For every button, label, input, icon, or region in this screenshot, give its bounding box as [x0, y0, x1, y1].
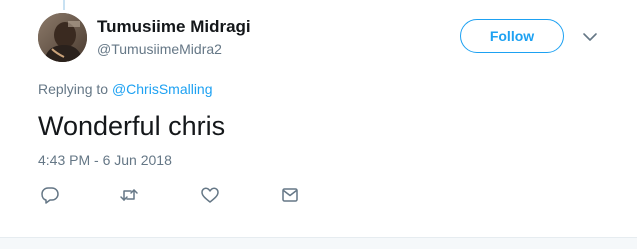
avatar[interactable]: [38, 13, 87, 62]
tweet-timestamp[interactable]: 4:43 PM - 6 Jun 2018: [38, 152, 172, 168]
user-handle[interactable]: @TumusiimeMidra2: [97, 41, 222, 57]
replying-to-line: Replying to @ChrisSmalling: [38, 81, 213, 97]
like-icon[interactable]: [199, 185, 221, 205]
tweet-text: Wonderful chris: [38, 111, 226, 141]
reply-icon[interactable]: [39, 185, 61, 205]
direct-message-icon[interactable]: [279, 185, 301, 205]
replying-to-link[interactable]: @ChrisSmalling: [112, 81, 213, 97]
user-display-name[interactable]: Tumusiime Midragi: [97, 17, 251, 37]
chevron-down-icon[interactable]: [580, 28, 600, 46]
follow-button[interactable]: Follow: [460, 19, 564, 53]
tweet-footer-divider: [0, 237, 637, 249]
replying-to-prefix: Replying to: [38, 81, 109, 97]
tweet-card: Tumusiime Midragi @TumusiimeMidra2 Follo…: [0, 0, 637, 237]
avatar-image: [38, 13, 87, 62]
retweet-icon[interactable]: [118, 185, 140, 205]
